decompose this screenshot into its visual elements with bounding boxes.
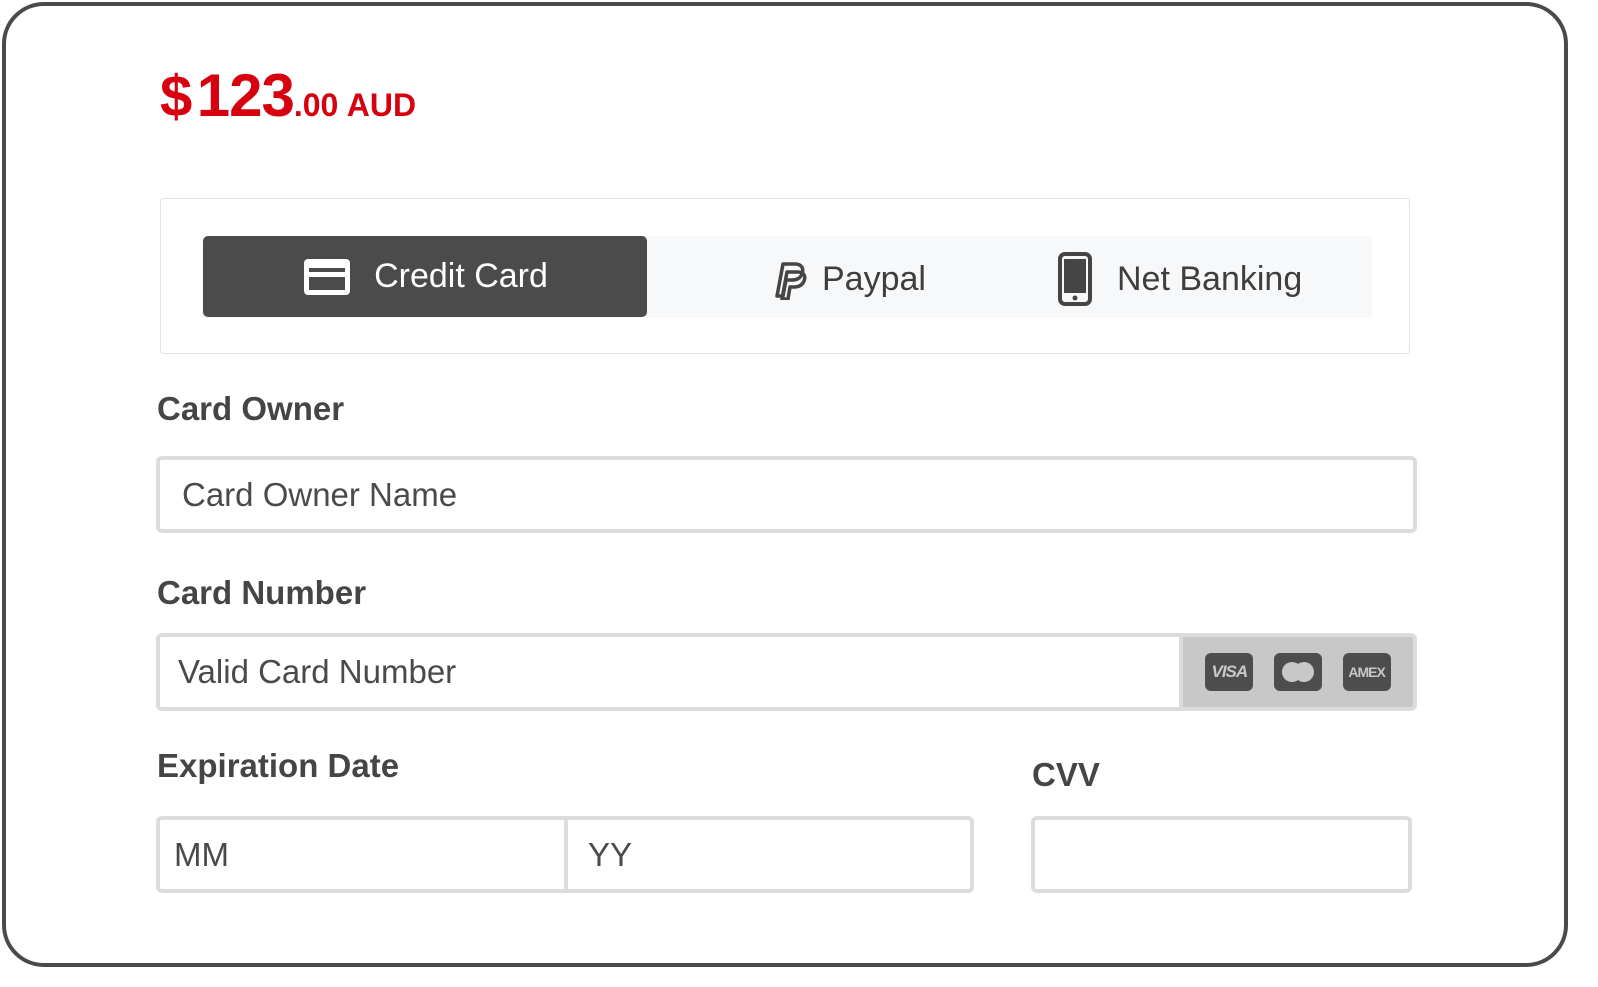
currency-symbol: $ — [160, 64, 193, 129]
mastercard-icon — [1273, 653, 1322, 691]
tab-net-banking[interactable]: Net Banking — [1057, 252, 1302, 306]
amount-decimal: .00 — [293, 87, 339, 123]
cvv-input[interactable] — [1031, 816, 1412, 893]
tab-credit-card[interactable]: Credit Card — [203, 236, 647, 317]
expiration-date-label: Expiration Date — [157, 747, 400, 784]
expiration-year-input[interactable] — [568, 820, 970, 889]
visa-icon: VISA — [1205, 653, 1254, 691]
expiration-month-input[interactable] — [160, 820, 568, 889]
paypal-icon — [768, 258, 808, 300]
mobile-phone-icon — [1057, 252, 1093, 306]
card-owner-label: Card Owner — [157, 390, 345, 427]
tab-net-banking-label: Net Banking — [1117, 259, 1303, 298]
cvv-label: CVV — [1032, 756, 1100, 793]
price-display: $ 123.00 AUD — [160, 66, 416, 126]
credit-card-icon — [302, 257, 352, 297]
tab-paypal-label: Paypal — [822, 259, 926, 298]
tab-paypal[interactable]: Paypal — [768, 258, 926, 300]
card-number-input[interactable] — [160, 637, 1176, 707]
tab-credit-card-label: Credit Card — [374, 257, 548, 295]
currency-code: AUD — [346, 87, 417, 123]
amex-icon: AMEX — [1342, 653, 1391, 691]
amount-integer: 123 — [196, 62, 295, 129]
card-owner-input[interactable] — [156, 456, 1417, 533]
card-brands: VISA AMEX — [1179, 637, 1413, 707]
card-number-group: VISA AMEX — [156, 633, 1417, 711]
expiration-date-group — [156, 816, 974, 893]
card-number-label: Card Number — [157, 574, 367, 611]
